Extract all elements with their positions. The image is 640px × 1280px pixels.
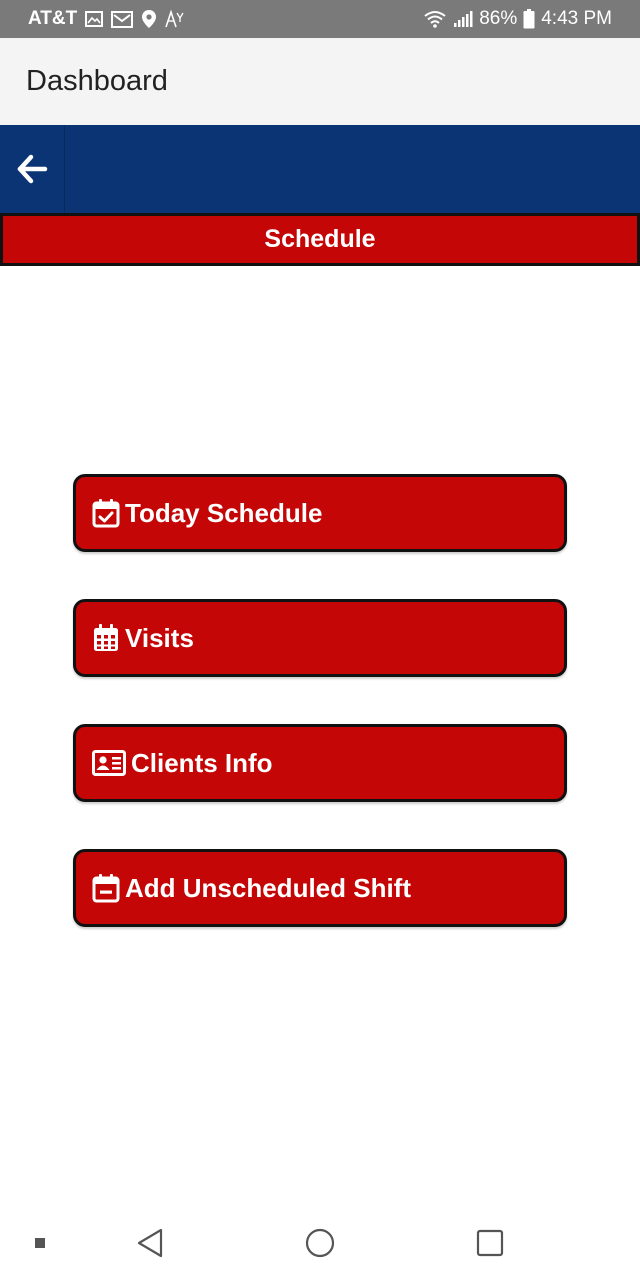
text-accessibility-icon bbox=[165, 10, 185, 28]
visits-button[interactable]: Visits bbox=[73, 599, 567, 677]
triangle-back-icon bbox=[136, 1228, 164, 1258]
square-dot-icon bbox=[35, 1238, 45, 1248]
status-bar: AT&T 86% 4:43 PM bbox=[0, 0, 640, 38]
today-schedule-label: Today Schedule bbox=[125, 497, 323, 528]
wifi-icon bbox=[423, 10, 447, 28]
arrow-left-icon bbox=[16, 154, 48, 184]
calendar-check-icon bbox=[92, 498, 120, 528]
add-unscheduled-shift-button[interactable]: Add Unscheduled Shift bbox=[73, 849, 567, 927]
add-unscheduled-shift-label: Add Unscheduled Shift bbox=[125, 872, 411, 903]
status-left: AT&T bbox=[28, 8, 185, 30]
app-bar: Dashboard bbox=[0, 38, 640, 125]
back-nav-button[interactable] bbox=[126, 1206, 174, 1280]
back-button[interactable] bbox=[0, 125, 65, 213]
nav-band bbox=[0, 125, 640, 213]
section-header: Schedule bbox=[0, 213, 640, 266]
calendar-grid-icon bbox=[92, 623, 120, 653]
image-icon bbox=[85, 11, 104, 27]
section-title: Schedule bbox=[264, 225, 376, 253]
carrier-label: AT&T bbox=[28, 8, 78, 29]
calendar-minus-icon bbox=[92, 873, 120, 903]
battery-icon bbox=[523, 9, 535, 29]
circle-home-icon bbox=[305, 1228, 335, 1258]
clients-info-label: Clients Info bbox=[131, 747, 273, 778]
visits-label: Visits bbox=[125, 622, 194, 653]
page-title: Dashboard bbox=[26, 65, 168, 97]
id-card-icon bbox=[92, 750, 126, 776]
battery-percent: 86% bbox=[479, 8, 518, 29]
mail-icon bbox=[111, 10, 134, 28]
status-right: 86% 4:43 PM bbox=[423, 8, 612, 30]
square-recents-icon bbox=[476, 1229, 504, 1257]
system-nav-bar bbox=[0, 1206, 640, 1280]
clients-info-button[interactable]: Clients Info bbox=[73, 724, 567, 802]
home-nav-button[interactable] bbox=[296, 1206, 344, 1280]
signal-icon bbox=[453, 10, 473, 28]
today-schedule-button[interactable]: Today Schedule bbox=[73, 474, 567, 552]
nav-dot-button[interactable] bbox=[24, 1206, 56, 1280]
location-icon bbox=[141, 9, 157, 29]
recents-nav-button[interactable] bbox=[466, 1206, 514, 1280]
clock: 4:43 PM bbox=[541, 8, 612, 29]
